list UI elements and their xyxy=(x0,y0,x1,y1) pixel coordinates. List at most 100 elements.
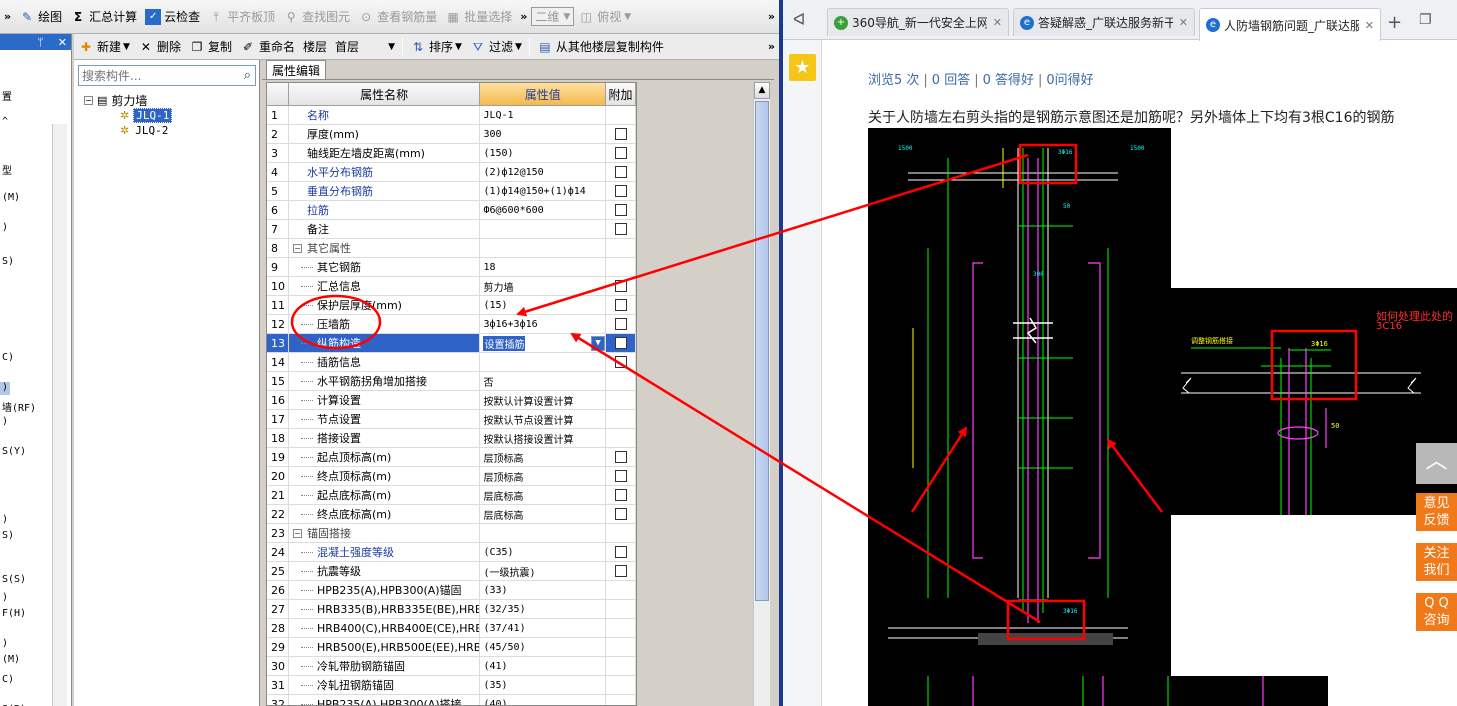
property-row[interactable]: 23− 锚固搭接 xyxy=(267,524,636,543)
property-value-cell[interactable]: (37/41) xyxy=(480,619,607,637)
extra-checkbox[interactable] xyxy=(614,166,627,178)
module-list-item[interactable]: 置 xyxy=(2,88,12,103)
property-row[interactable]: 26 HPB235(A),HPB300(A)锚固 (33) xyxy=(267,581,636,600)
property-value-cell[interactable]: 层底标高 xyxy=(480,505,607,523)
extra-checkbox[interactable] xyxy=(614,451,627,463)
property-value-cell[interactable]: 按默认计算设置计算 xyxy=(480,391,607,409)
property-value-cell[interactable]: 剪力墙 xyxy=(480,277,607,295)
star-icon[interactable]: ★ xyxy=(789,54,816,81)
extra-checkbox[interactable] xyxy=(614,318,627,330)
property-value-cell[interactable]: 设置插筋 ▼ xyxy=(480,334,607,352)
module-list-scrollbar[interactable] xyxy=(52,124,67,706)
property-value-cell[interactable]: (C35) xyxy=(480,543,607,561)
property-value-cell[interactable] xyxy=(480,239,607,257)
module-list-item[interactable]: S(Y) xyxy=(2,446,26,457)
module-list-item[interactable]: 型 xyxy=(2,162,12,177)
property-row[interactable]: 4 水平分布钢筋 (2)ф12@150 xyxy=(267,163,636,182)
view-rebar-button[interactable]: ⊙ 查看钢筋量 xyxy=(355,6,440,28)
property-row[interactable]: 27 HRB335(B),HRB335E(BE),HRBF (32/35) xyxy=(267,600,636,619)
property-grid-scrollbar[interactable]: ▲ xyxy=(753,82,770,706)
extra-checkbox[interactable] xyxy=(614,489,627,501)
collapse-icon[interactable]: − xyxy=(84,96,93,105)
module-list-item[interactable]: (M) xyxy=(2,192,20,203)
property-value-cell[interactable]: JLQ-1 xyxy=(480,106,607,124)
module-list-item[interactable]: ) xyxy=(2,638,8,649)
property-row[interactable]: 2 厚度(mm) 300 xyxy=(267,125,636,144)
property-row[interactable]: 17 节点设置 按默认节点设置计算 xyxy=(267,410,636,429)
close-icon[interactable]: ✕ xyxy=(1365,19,1374,32)
tab-property-edit[interactable]: 属性编辑 xyxy=(266,60,326,80)
extra-checkbox[interactable] xyxy=(614,280,627,292)
property-row[interactable]: 20 终点顶标高(m) 层顶标高 xyxy=(267,467,636,486)
property-row[interactable]: 15 水平钢筋拐角增加搭接 否 xyxy=(267,372,636,391)
chevron-down-icon[interactable]: ▼ xyxy=(591,335,606,351)
property-row[interactable]: 11 保护层厚度(mm) (15) xyxy=(267,296,636,315)
property-value-cell[interactable]: (35) xyxy=(480,676,607,694)
search-icon[interactable]: ⌕ xyxy=(244,68,251,83)
property-row[interactable]: 7 备注 xyxy=(267,220,636,239)
qq-consult-button[interactable]: Q Q 咨询 xyxy=(1416,593,1457,631)
extra-checkbox[interactable] xyxy=(614,546,627,558)
module-list-item[interactable]: S) xyxy=(2,530,14,541)
extra-checkbox[interactable] xyxy=(614,299,627,311)
property-value-cell[interactable]: 3ф16+3ф16 xyxy=(480,315,607,333)
extra-checkbox[interactable] xyxy=(614,128,627,140)
extra-checkbox[interactable] xyxy=(614,185,627,197)
property-value-cell[interactable]: 否 xyxy=(480,372,607,390)
collapse-icon[interactable]: − xyxy=(292,243,302,253)
align-slab-top-button[interactable]: ⤒ 平齐板顶 xyxy=(205,6,278,28)
close-icon[interactable]: ✕ xyxy=(58,36,67,49)
property-row[interactable]: 25 抗震等级 (一级抗震) xyxy=(267,562,636,581)
property-row[interactable]: 31 冷轧扭钢筋锚固 (35) xyxy=(267,676,636,695)
property-row[interactable]: 12 压墙筋 3ф16+3ф16 xyxy=(267,315,636,334)
summary-calc-button[interactable]: Σ 汇总计算 xyxy=(67,6,140,28)
extra-checkbox[interactable] xyxy=(614,337,627,349)
property-row[interactable]: 1 名称 JLQ-1 xyxy=(267,106,636,125)
property-row[interactable]: 22 终点底标高(m) 层底标高 xyxy=(267,505,636,524)
property-row[interactable]: 6 拉筋 Ф6@600*600 xyxy=(267,201,636,220)
copy-from-floor-button[interactable]: ▤ 从其他楼层复制构件 xyxy=(534,36,667,58)
scroll-thumb[interactable] xyxy=(755,101,769,601)
property-value-cell[interactable] xyxy=(480,220,607,238)
property-value-cell[interactable]: 18 xyxy=(480,258,607,276)
pin-icon[interactable]: ᛘ xyxy=(37,36,44,49)
property-row[interactable]: 8− 其它属性 xyxy=(267,239,636,258)
property-value-cell[interactable]: (41) xyxy=(480,657,607,675)
module-list-item[interactable]: C) xyxy=(2,674,14,685)
rename-button[interactable]: ✐ 重命名 xyxy=(237,36,298,58)
browser-tab-dayi[interactable]: e 答疑解惑_广联达服务新干 ✕ xyxy=(1013,8,1195,36)
browser-tab-active[interactable]: e 人防墙钢筋问题_广联达服 ✕ xyxy=(1199,8,1381,41)
property-row[interactable]: 18 搭接设置 按默认搭接设置计算 xyxy=(267,429,636,448)
extra-checkbox[interactable] xyxy=(614,147,627,159)
property-value-cell[interactable]: (150) xyxy=(480,144,607,162)
extra-header[interactable]: 附加 xyxy=(606,83,636,105)
new-tab-icon[interactable]: + xyxy=(1387,12,1402,33)
floor-select[interactable]: 首层 ▼ xyxy=(332,36,398,58)
property-value-header[interactable]: 属性值 xyxy=(480,83,607,105)
copy-button[interactable]: ❐ 复制 xyxy=(186,36,235,58)
property-row[interactable]: 32 HPB235(A),HPB300(A)搭接 (40) xyxy=(267,695,636,705)
property-row[interactable]: 30 冷轧带肋钢筋锚固 (41) xyxy=(267,657,636,676)
filter-button[interactable]: ⛛ 过滤 ▼ xyxy=(467,36,525,58)
draw-button[interactable]: ✎ 绘图 xyxy=(16,6,65,28)
scroll-up-icon[interactable]: ▲ xyxy=(754,82,770,99)
property-value-cell[interactable]: 按默认节点设置计算 xyxy=(480,410,607,428)
toolbar-overflow-chevron-2[interactable]: » xyxy=(516,10,531,23)
module-list-item[interactable]: F(H) xyxy=(2,608,26,619)
batch-select-button[interactable]: ▦ 批量选择 xyxy=(442,6,515,28)
module-list-item[interactable]: ^ xyxy=(2,116,8,127)
module-list-item[interactable]: S) xyxy=(2,256,14,267)
delete-button[interactable]: ✕ 删除 xyxy=(135,36,184,58)
module-list-item[interactable]: 墙(RF) xyxy=(2,399,36,414)
property-row[interactable]: 3 轴线距左墙皮距离(mm) (150) xyxy=(267,144,636,163)
tree-root[interactable]: − ▤ 剪力墙 xyxy=(84,92,147,109)
component-search-input[interactable] xyxy=(79,66,229,85)
browser-tab-360[interactable]: + 360导航_新一代安全上网 ✕ xyxy=(827,8,1009,36)
toolbar-overflow-chevron-3[interactable]: » xyxy=(764,10,779,23)
property-value-cell[interactable]: 层顶标高 xyxy=(480,467,607,485)
cloud-check-button[interactable]: ✓ 云检查 xyxy=(142,6,203,28)
property-row[interactable]: 10 汇总信息 剪力墙 xyxy=(267,277,636,296)
property-value-cell[interactable]: (1)ф14@150+(1)ф14 xyxy=(480,182,607,200)
module-list-item[interactable]: ) xyxy=(2,416,8,427)
property-value-cell[interactable]: (40) xyxy=(480,695,607,705)
